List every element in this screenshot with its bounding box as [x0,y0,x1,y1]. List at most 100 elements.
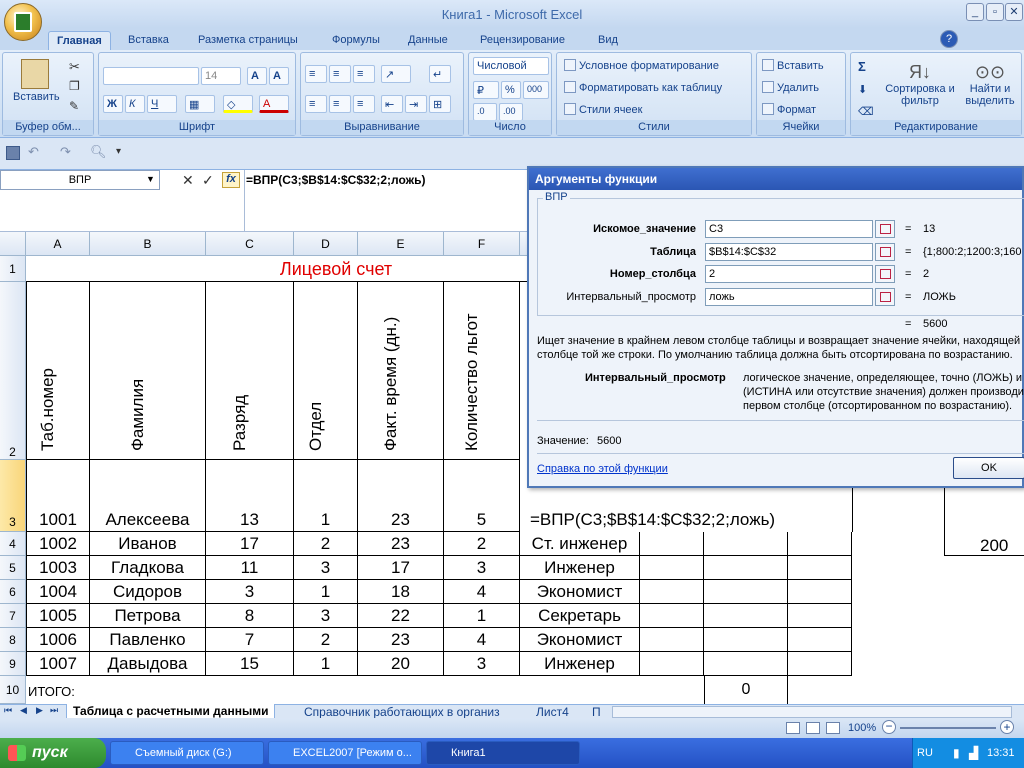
tab-data[interactable]: Данные [400,31,456,50]
empty-cell[interactable] [788,532,852,556]
header-cell-tab-number[interactable]: Таб.номер [26,282,90,460]
empty-cell[interactable] [788,652,852,676]
data-cell[interactable]: 15 [206,652,294,676]
print-preview-icon[interactable]: 🔍︎ [90,144,107,160]
orientation-button[interactable]: ↗ [381,65,411,83]
data-cell[interactable]: 1 [294,580,358,604]
header-cell-grade[interactable]: Разряд [206,282,294,460]
empty-cell[interactable] [640,532,704,556]
decrease-indent-button[interactable]: ⇤ [381,95,403,113]
align-left-button[interactable]: ≡ [305,95,327,113]
help-link[interactable]: Справка по этой функции [537,462,668,476]
tab-home[interactable]: Главная [48,31,111,50]
collapse-dialog-icon[interactable] [875,243,895,261]
column-header-c[interactable]: C [206,232,294,256]
font-name-select[interactable] [103,67,199,85]
borders-button[interactable]: ▦ [185,95,215,113]
empty-cell[interactable] [640,652,704,676]
data-cell[interactable]: 22 [358,604,444,628]
data-cell[interactable]: 2 [444,532,520,556]
shrink-font-button[interactable]: A [269,67,289,85]
help-icon[interactable]: ? [940,30,958,48]
data-cell[interactable]: Сидоров [90,580,206,604]
row-header-7[interactable]: 7 [0,604,26,628]
close-button[interactable]: ✕ [1005,3,1023,21]
column-header-d[interactable]: D [294,232,358,256]
row-header-3[interactable]: 3 [0,460,26,532]
header-cell-surname[interactable]: Фамилия [90,282,206,460]
data-cell[interactable]: 7 [206,628,294,652]
data-cell[interactable]: 23 [358,532,444,556]
data-cell[interactable]: 2 [294,628,358,652]
column-header-f[interactable]: F [444,232,520,256]
sheet-nav-first-icon[interactable]: ⏮ [4,705,12,716]
zoom-in-icon[interactable]: + [1000,720,1014,734]
arg-input-col-index[interactable]: 2 [705,265,873,283]
taskbar-item-drive[interactable]: Съемный диск (G:) [110,741,264,765]
insert-cells-button[interactable]: Вставить [759,57,843,75]
row-header-10[interactable]: 10 [0,676,26,704]
select-all-corner[interactable] [0,232,26,256]
empty-cell[interactable] [704,604,788,628]
merge-center-button[interactable]: ⊞ [429,95,451,113]
collapse-dialog-icon[interactable] [875,288,895,306]
data-cell[interactable]: 1001 [26,460,90,532]
data-cell[interactable]: 1007 [26,652,90,676]
empty-cell[interactable] [640,556,704,580]
cut-icon[interactable]: ✂ [69,59,80,75]
paste-button[interactable]: Вставить [13,59,60,103]
empty-cell[interactable] [640,628,704,652]
row-header-9[interactable]: 9 [0,652,26,676]
delete-cells-button[interactable]: Удалить [759,79,843,97]
column-header-e[interactable]: E [358,232,444,256]
data-cell[interactable]: 17 [206,532,294,556]
customize-qat-icon[interactable]: ▾ [116,146,121,157]
sheet-tab[interactable]: Справочник работающих в организ [298,705,506,719]
language-indicator[interactable]: RU [917,738,933,768]
align-center-button[interactable]: ≡ [329,95,351,113]
autosum-button[interactable]: Σ [855,57,881,75]
increase-indent-button[interactable]: ⇥ [405,95,427,113]
taskbar-item-book1[interactable]: Книга1 [426,741,580,765]
fill-icon[interactable]: ⬇ [855,81,881,99]
data-cell[interactable]: 1 [444,604,520,628]
data-cell[interactable]: 3 [206,580,294,604]
data-cell[interactable]: Давыдова [90,652,206,676]
wrap-text-button[interactable]: ↵ [429,65,451,83]
empty-cell[interactable] [640,580,704,604]
italic-button[interactable]: К [125,95,145,113]
data-cell[interactable]: 18 [358,580,444,604]
tab-review[interactable]: Рецензирование [472,31,573,50]
position-cell[interactable]: Ст. инженер [520,532,640,556]
font-size-select[interactable]: 14 [201,67,241,85]
data-cell[interactable]: 4 [444,580,520,604]
empty-cell[interactable] [704,652,788,676]
clear-icon[interactable]: ⌫ [855,103,881,121]
collapse-dialog-icon[interactable] [875,265,895,283]
arg-input-range-lookup[interactable]: ложь [705,288,873,306]
sheet-tab[interactable]: Лист4 [530,705,575,719]
empty-cell[interactable] [788,628,852,652]
decrease-decimal-button[interactable]: .00 [499,103,523,121]
empty-cell[interactable] [704,628,788,652]
horizontal-scrollbar[interactable] [612,706,1012,718]
data-cell[interactable]: 1003 [26,556,90,580]
position-cell[interactable]: Инженер [520,556,640,580]
sheet-tab-active[interactable]: Таблица с расчетными данными [66,704,276,719]
editing-formula-cell[interactable]: =ВПР(C3;$B$14:$C$32;2;ложь) [530,510,775,530]
row-header-1[interactable]: 1 [0,256,26,282]
redo-icon[interactable]: ↷ [60,144,71,160]
sheet-tab[interactable]: П [586,705,607,719]
data-cell[interactable]: 3 [294,556,358,580]
partial-value-cell[interactable]: 200 [980,536,1008,556]
empty-cell[interactable] [788,556,852,580]
increase-decimal-button[interactable]: .0 [473,103,497,121]
conditional-formatting-button[interactable]: Условное форматирование [561,57,747,75]
data-cell[interactable]: 1004 [26,580,90,604]
position-cell[interactable]: Экономист [520,628,640,652]
column-header-a[interactable]: A [26,232,90,256]
tab-formulas[interactable]: Формулы [324,31,388,50]
grow-font-button[interactable]: A [247,67,267,85]
zoom-out-icon[interactable]: − [882,720,896,734]
format-painter-icon[interactable]: ✎ [69,99,79,113]
